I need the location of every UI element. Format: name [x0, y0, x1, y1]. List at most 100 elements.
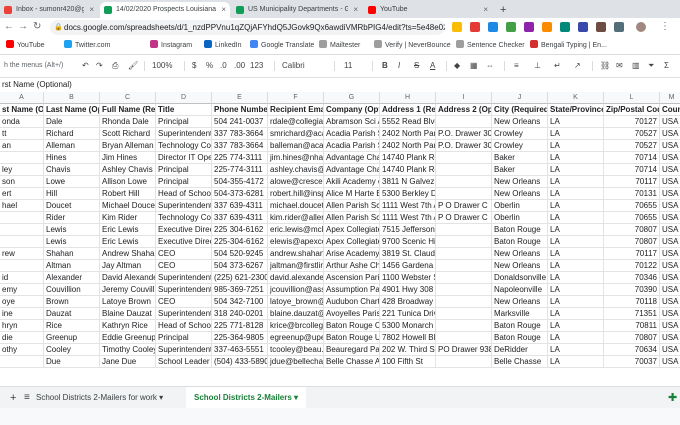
table-cell[interactable]: Due — [44, 356, 100, 368]
percent-button[interactable]: % — [206, 61, 213, 70]
table-cell[interactable]: Lewis — [44, 224, 100, 236]
table-cell[interactable]: 71351 — [604, 308, 660, 320]
header-cell[interactable]: Zip/Postal Code — [604, 104, 660, 116]
table-cell[interactable]: USA — [660, 284, 680, 296]
table-cell[interactable]: 1456 Gardena Drive — [380, 260, 436, 272]
table-cell[interactable]: ley — [0, 164, 44, 176]
table-cell[interactable]: USA — [660, 272, 680, 284]
table-cell[interactable]: id — [0, 272, 44, 284]
table-cell[interactable]: Kathryn Rice — [100, 320, 156, 332]
column-header-b[interactable]: B — [44, 92, 100, 104]
extension-icon[interactable] — [524, 22, 534, 32]
table-cell[interactable]: 5300 Monarch Ave, Building 800 — [380, 320, 436, 332]
table-cell[interactable]: Baton Rouge Col — [324, 320, 380, 332]
forward-icon[interactable]: → — [18, 21, 28, 32]
extension-icon[interactable] — [578, 22, 588, 32]
table-cell[interactable]: Altman — [44, 260, 100, 272]
close-icon[interactable]: × — [483, 2, 488, 18]
table-cell[interactable]: 504 342-7100 — [212, 296, 268, 308]
table-cell[interactable]: 70117 — [604, 176, 660, 188]
table-cell[interactable]: 70655 — [604, 200, 660, 212]
fill-color-icon[interactable]: ◆ — [454, 61, 460, 70]
table-cell[interactable]: rew — [0, 248, 44, 260]
table-cell[interactable]: 504-373-6281 — [212, 188, 268, 200]
link-icon[interactable]: ⛓ — [600, 61, 610, 70]
column-header-f[interactable]: F — [268, 92, 324, 104]
column-header-k[interactable]: K — [548, 92, 604, 104]
column-header-j[interactable]: J — [492, 92, 548, 104]
decrease-decimal-button[interactable]: .0 — [220, 61, 227, 70]
table-cell[interactable]: 504 241-0037 — [212, 116, 268, 128]
table-cell[interactable]: USA — [660, 152, 680, 164]
table-cell[interactable]: ashley.chavis@ — [268, 164, 324, 176]
table-cell[interactable]: Rhonda Dale — [100, 116, 156, 128]
table-cell[interactable]: Assumption Pari — [324, 284, 380, 296]
bookmark-twitter[interactable]: Twitter.com — [64, 40, 110, 52]
table-cell[interactable]: Abramson Sci Ac — [324, 116, 380, 128]
table-cell[interactable]: 504 373-6267 — [212, 260, 268, 272]
table-cell[interactable]: 985-369-7251 — [212, 284, 268, 296]
column-header-g[interactable]: G — [324, 92, 380, 104]
table-cell[interactable] — [436, 284, 492, 296]
more-formats-button[interactable]: 123 — [250, 61, 263, 70]
table-cell[interactable]: USA — [660, 236, 680, 248]
table-cell[interactable]: LA — [548, 224, 604, 236]
bookmark-neverbounce[interactable]: Verify | NeverBounce — [374, 40, 451, 52]
table-cell[interactable]: Jay Altman — [100, 260, 156, 272]
table-cell[interactable]: Akili Academy of — [324, 176, 380, 188]
table-cell[interactable]: 3819 St. Claude Avenue — [380, 248, 436, 260]
sheet-tab-mailers-for-work[interactable]: School Districts 2-Mailers for work ▾ — [28, 387, 171, 409]
table-cell[interactable]: die — [0, 332, 44, 344]
table-cell[interactable]: Bryan Alleman — [100, 140, 156, 152]
table-cell[interactable]: 70122 — [604, 260, 660, 272]
table-cell[interactable]: LA — [548, 260, 604, 272]
extension-icon[interactable] — [596, 22, 606, 32]
increase-decimal-button[interactable]: .00 — [234, 61, 245, 70]
table-cell[interactable]: (504) 433-5890 — [212, 356, 268, 368]
table-cell[interactable]: Ascension Paris — [324, 272, 380, 284]
table-cell[interactable]: LA — [548, 188, 604, 200]
table-cell[interactable]: David Alexander — [100, 272, 156, 284]
header-cell[interactable]: City (Required) — [492, 104, 548, 116]
comment-icon[interactable]: ✉ — [616, 61, 623, 70]
table-cell[interactable]: 14740 Plank Rd — [380, 152, 436, 164]
table-cell[interactable]: Richard — [44, 128, 100, 140]
table-cell[interactable]: Robert Hill — [100, 188, 156, 200]
strikethrough-button[interactable]: S — [414, 61, 419, 70]
table-cell[interactable]: LA — [548, 152, 604, 164]
table-cell[interactable] — [0, 356, 44, 368]
table-cell[interactable]: Beauregard Pari — [324, 344, 380, 356]
table-cell[interactable]: rdale@collegiat — [268, 116, 324, 128]
table-cell[interactable]: Oberlin — [492, 212, 548, 224]
extension-icon[interactable] — [506, 22, 516, 32]
reload-icon[interactable]: ↻ — [33, 21, 41, 32]
tab-youtube[interactable]: YouTube × — [364, 2, 492, 18]
column-header-h[interactable]: H — [380, 92, 436, 104]
table-cell[interactable]: 337 783-3664 — [212, 128, 268, 140]
table-cell[interactable]: USA — [660, 116, 680, 128]
table-cell[interactable] — [436, 164, 492, 176]
table-cell[interactable]: New Orleans — [492, 176, 548, 188]
table-cell[interactable]: Crowley — [492, 128, 548, 140]
table-cell[interactable] — [436, 116, 492, 128]
table-cell[interactable]: Alleman — [44, 140, 100, 152]
chart-icon[interactable]: ▥ — [632, 61, 640, 70]
table-cell[interactable]: School Leader — [156, 356, 212, 368]
table-cell[interactable]: LA — [548, 332, 604, 344]
table-cell[interactable]: 4901 Hwy 308 — [380, 284, 436, 296]
url-bar[interactable]: 🔒 docs.google.com/spreadsheets/d/1_nzdPP… — [50, 20, 445, 35]
table-cell[interactable]: Brown — [44, 296, 100, 308]
table-cell[interactable]: 504 520-9245 — [212, 248, 268, 260]
table-cell[interactable]: 225 304-6162 — [212, 224, 268, 236]
table-cell[interactable]: LA — [548, 344, 604, 356]
table-cell[interactable]: Andrew Shahan — [100, 248, 156, 260]
table-cell[interactable]: LA — [548, 236, 604, 248]
table-cell[interactable]: CEO — [156, 260, 212, 272]
table-cell[interactable]: Executive Direct — [156, 236, 212, 248]
header-cell[interactable]: Company (Optic — [324, 104, 380, 116]
table-cell[interactable]: 100 Fifth St — [380, 356, 436, 368]
formula-bar[interactable]: rst Name (Optional) — [0, 77, 680, 93]
table-cell[interactable]: Baton Rouge Uni — [324, 332, 380, 344]
text-wrap-icon[interactable]: ↵ — [554, 61, 561, 70]
table-cell[interactable]: Couvillion — [44, 284, 100, 296]
